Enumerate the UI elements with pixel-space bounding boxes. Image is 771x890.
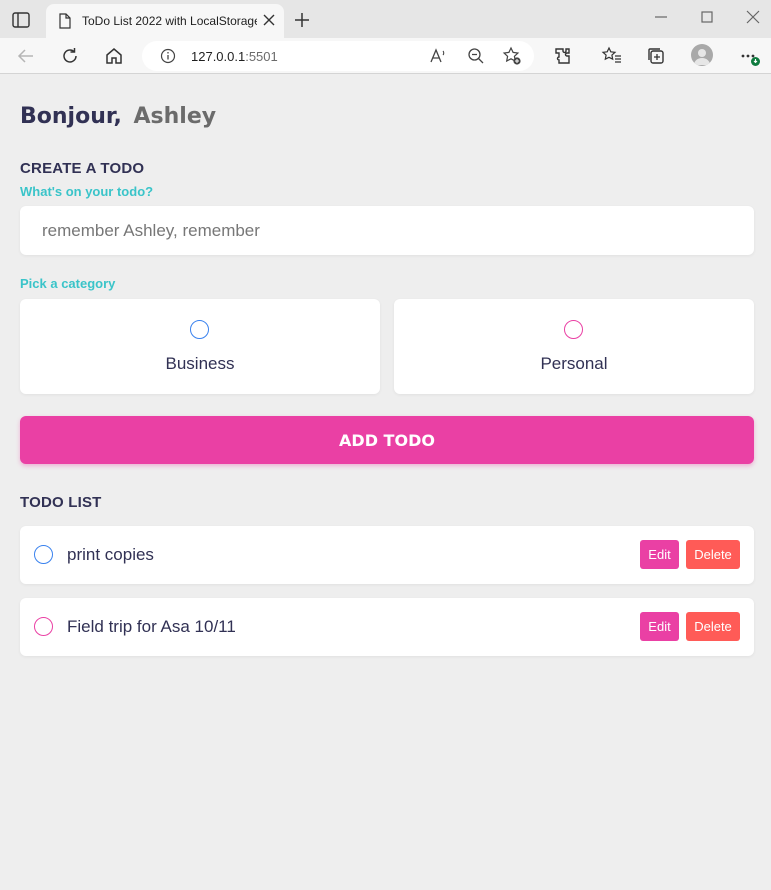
refresh-icon[interactable] [59, 45, 81, 67]
plus-icon[interactable] [292, 10, 312, 30]
tab-actions-icon[interactable] [10, 10, 34, 30]
home-icon[interactable] [103, 45, 125, 67]
todo-checkbox-business[interactable] [34, 545, 53, 564]
create-todo-heading: CREATE A TODO [20, 160, 145, 177]
todo-input-label: What's on your todo? [20, 184, 154, 199]
add-favorite-icon[interactable] [501, 45, 523, 67]
more-icon[interactable] [738, 45, 760, 67]
tab-title: ToDo List 2022 with LocalStorage [82, 14, 257, 28]
favorites-icon[interactable] [601, 45, 623, 67]
todo-checkbox-personal[interactable] [34, 617, 53, 636]
browser-tab[interactable]: ToDo List 2022 with LocalStorage [46, 4, 284, 38]
url-host: 127.0.0.1 [191, 49, 246, 64]
close-icon[interactable] [262, 13, 276, 27]
close-window-icon[interactable] [743, 8, 763, 26]
todo-text[interactable]: Field trip for Asa 10/11 [67, 617, 236, 637]
url-text[interactable]: 127.0.0.1:5501 [191, 49, 278, 64]
todo-text[interactable]: print copies [67, 545, 154, 565]
browser-toolbar: 127.0.0.1:5501 [0, 38, 771, 74]
profile-icon[interactable] [691, 44, 713, 66]
add-todo-button[interactable]: ADD TODO [20, 416, 754, 464]
avatar-silhouette [694, 49, 710, 65]
username: Ashley [133, 104, 217, 129]
browser-tab-bar: ToDo List 2022 with LocalStorage [0, 0, 771, 38]
category-label: Pick a category [20, 276, 116, 291]
business-radio[interactable] [190, 320, 209, 339]
category-option-business[interactable]: Business [20, 299, 380, 394]
delete-button[interactable]: Delete [686, 612, 740, 641]
todo-item: print copies Edit Delete [20, 526, 754, 584]
todo-item: Field trip for Asa 10/11 Edit Delete [20, 598, 754, 656]
page-title: Bonjour, Ashley [20, 104, 216, 129]
collections-icon[interactable] [645, 45, 667, 67]
category-label-business: Business [165, 354, 235, 373]
greeting-text: Bonjour, [20, 104, 122, 129]
extensions-icon[interactable] [552, 45, 574, 67]
maximize-icon[interactable] [697, 8, 717, 26]
category-label-personal: Personal [540, 354, 608, 373]
edit-button[interactable]: Edit [640, 612, 679, 641]
edit-button[interactable]: Edit [640, 540, 679, 569]
todo-list-heading: TODO LIST [20, 494, 102, 511]
minimize-icon[interactable] [651, 8, 671, 26]
zoom-out-icon[interactable] [465, 45, 487, 67]
delete-button[interactable]: Delete [686, 540, 740, 569]
info-icon[interactable] [160, 48, 176, 64]
page-icon [59, 13, 71, 29]
personal-radio[interactable] [564, 320, 583, 339]
todo-input[interactable] [20, 206, 754, 255]
back-icon[interactable] [15, 45, 37, 67]
address-bar[interactable]: 127.0.0.1:5501 [142, 41, 534, 71]
read-aloud-icon[interactable] [427, 45, 449, 67]
category-option-personal[interactable]: Personal [394, 299, 754, 394]
url-port: :5501 [245, 49, 278, 64]
